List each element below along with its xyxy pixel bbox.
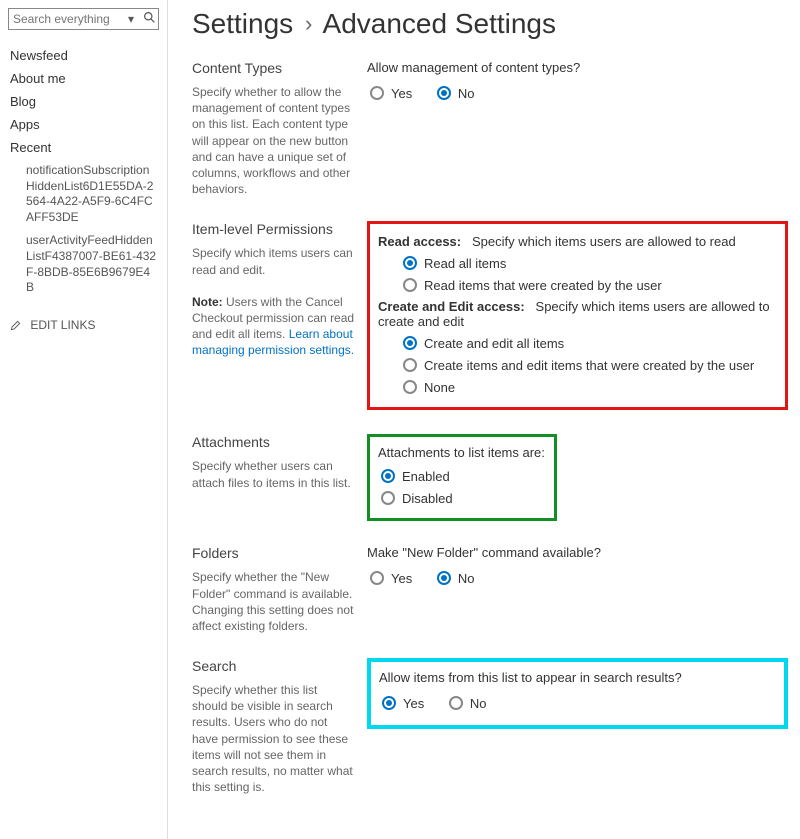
create-none-radio[interactable] [403,380,417,394]
radio-label: Yes [391,571,412,586]
radio-label: Yes [391,86,412,101]
content-types-no-radio[interactable] [437,86,451,100]
search-no-radio[interactable] [449,696,463,710]
create-own-radio[interactable] [403,358,417,372]
search-box[interactable]: ▾ [8,8,159,30]
section-heading: Folders [192,545,355,561]
edit-links-label: EDIT LINKS [30,318,95,332]
folders-prompt: Make "New Folder" command available? [367,545,788,560]
chevron-down-icon[interactable]: ▾ [122,12,140,26]
section-description: Specify which items users can read and e… [192,245,355,358]
section-attachments: Attachments Specify whether users can at… [192,434,788,521]
breadcrumb: Settings › Advanced Settings [192,8,788,40]
nav-recent-heading: Recent [8,136,159,159]
search-prompt: Allow items from this list to appear in … [379,670,776,685]
read-all-radio[interactable] [403,256,417,270]
section-heading: Item-level Permissions [192,221,355,237]
item-permissions-highlight-box: Read access: Specify which items users a… [367,221,788,410]
search-input[interactable] [9,10,122,28]
note-lead: Note: [192,295,223,309]
radio-label: Yes [403,696,424,711]
radio-label: Read items that were created by the user [424,278,662,293]
search-highlight-box: Allow items from this list to appear in … [367,658,788,729]
radio-label: Enabled [402,469,450,484]
section-description: Specify whether to allow the management … [192,84,355,197]
radio-label: No [470,696,487,711]
section-heading: Attachments [192,434,355,450]
recent-item[interactable]: userActivityFeedHiddenListF4387007-BE61-… [8,229,159,299]
attachments-prompt: Attachments to list items are: [378,445,546,460]
nav-apps[interactable]: Apps [8,113,159,136]
edit-links-button[interactable]: EDIT LINKS [8,314,159,336]
folders-yes-radio[interactable] [370,571,384,585]
section-item-permissions: Item-level Permissions Specify which ite… [192,221,788,410]
section-search: Search Specify whether this list should … [192,658,788,795]
content-types-yes-radio[interactable] [370,86,384,100]
radio-label: Read all items [424,256,506,271]
left-sidebar: ▾ Newsfeed About me Blog Apps Recent not… [0,0,168,839]
attachments-highlight-box: Attachments to list items are: Enabled D… [367,434,557,521]
pencil-icon [10,320,21,331]
section-content-types: Content Types Specify whether to allow t… [192,60,788,197]
nav-blog[interactable]: Blog [8,90,159,113]
radio-label: Create and edit all items [424,336,564,351]
section-description: Specify whether this list should be visi… [192,682,355,795]
content-types-prompt: Allow management of content types? [367,60,788,75]
radio-label: Create items and edit items that were cr… [424,358,754,373]
read-access-label: Read access: [378,234,461,249]
breadcrumb-parent[interactable]: Settings [192,8,293,39]
read-own-radio[interactable] [403,278,417,292]
section-heading: Content Types [192,60,355,76]
recent-item[interactable]: notificationSubscriptionHiddenList6D1E55… [8,159,159,229]
create-all-radio[interactable] [403,336,417,350]
nav-newsfeed[interactable]: Newsfeed [8,44,159,67]
attachments-disabled-radio[interactable] [381,491,395,505]
section-description: Specify whether the "New Folder" command… [192,569,355,634]
search-icon[interactable] [140,11,158,27]
section-description: Specify whether users can attach files t… [192,458,355,490]
desc-text: Specify which items users can read and e… [192,246,353,276]
read-access-desc: Specify which items users are allowed to… [472,234,736,249]
chevron-right-icon: › [301,11,316,36]
folders-no-radio[interactable] [437,571,451,585]
section-folders: Folders Specify whether the "New Folder"… [192,545,788,634]
radio-label: Disabled [402,491,453,506]
search-yes-radio[interactable] [382,696,396,710]
page-title: Advanced Settings [323,8,557,39]
radio-label: None [424,380,455,395]
radio-label: No [458,86,475,101]
section-heading: Search [192,658,355,674]
nav-about-me[interactable]: About me [8,67,159,90]
radio-label: No [458,571,475,586]
create-access-label: Create and Edit access: [378,299,525,314]
main-content: Settings › Advanced Settings Content Typ… [168,0,800,839]
attachments-enabled-radio[interactable] [381,469,395,483]
